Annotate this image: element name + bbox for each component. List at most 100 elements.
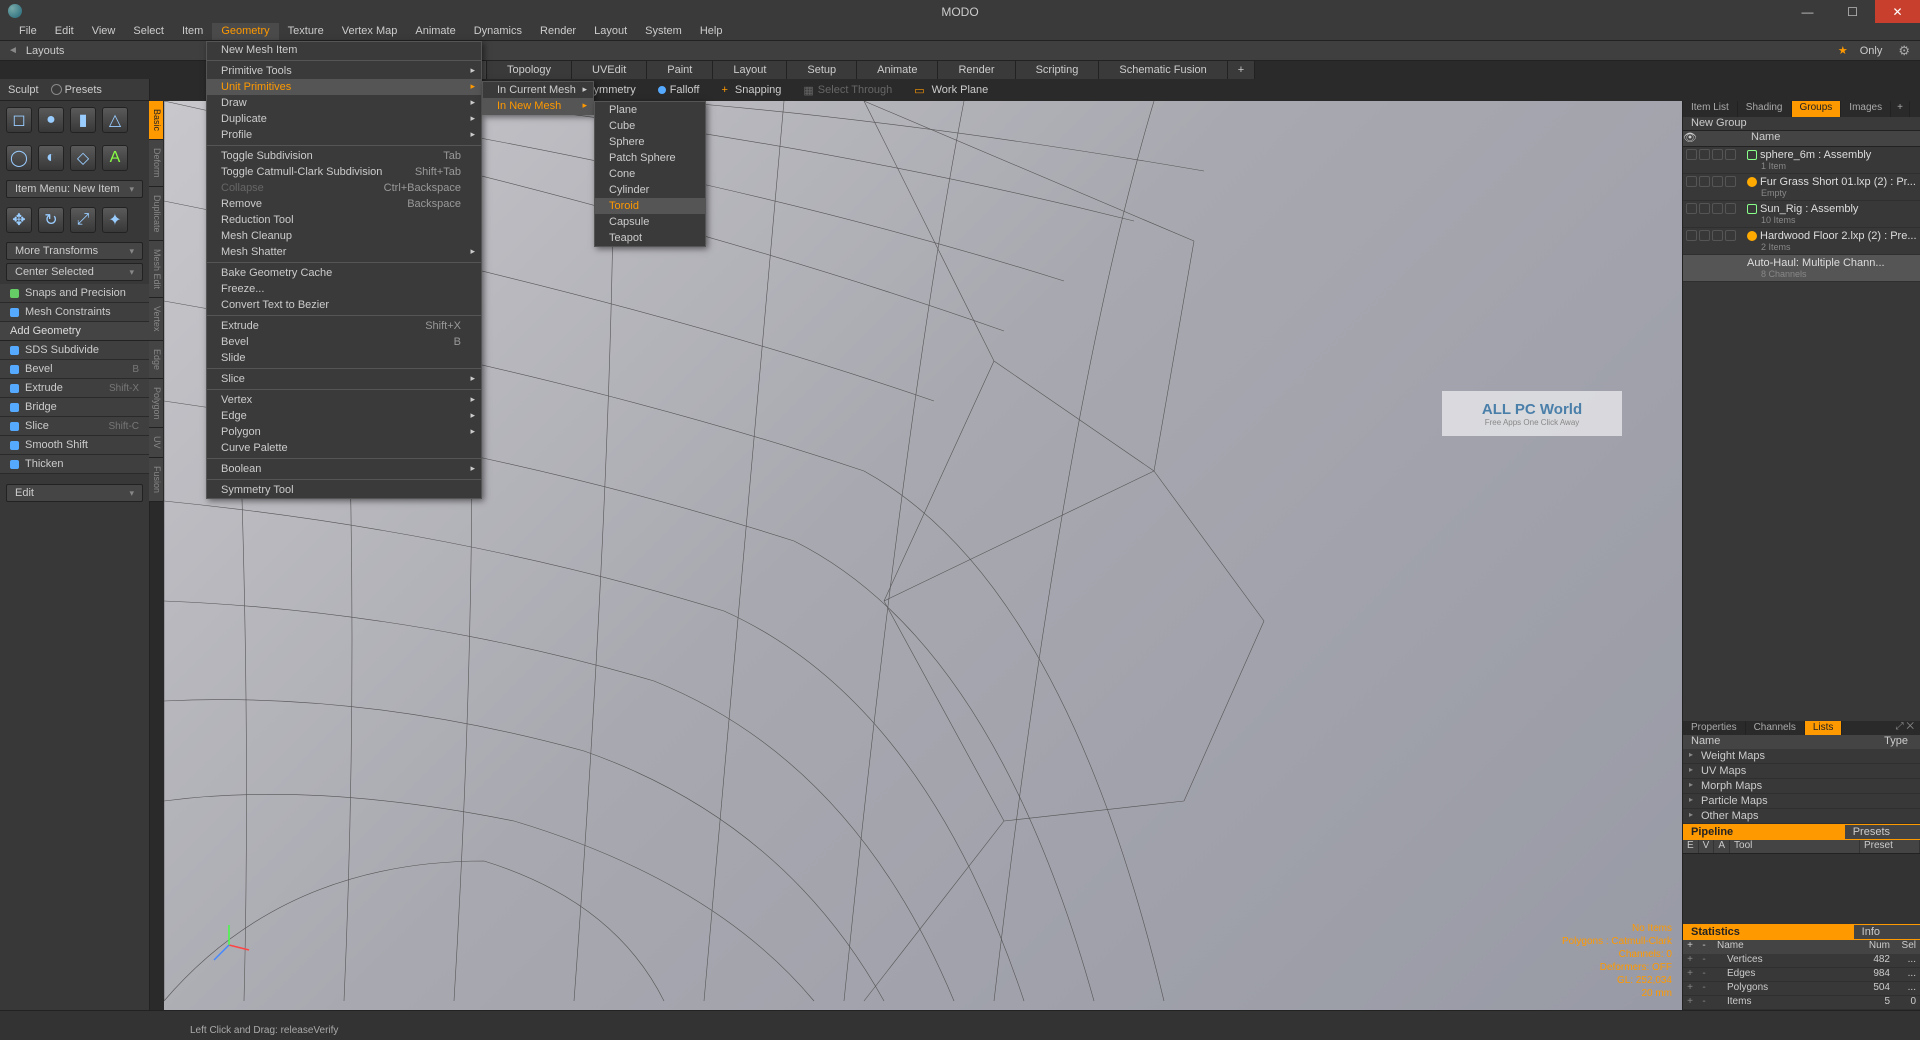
menu-item-mesh-shatter[interactable]: Mesh Shatter <box>207 244 481 260</box>
menu-item-polygon[interactable]: Polygon <box>207 424 481 440</box>
item-row[interactable]: Hardwood Floor 2.lxp (2) : Pre...2 Items <box>1683 228 1920 255</box>
layouts-label[interactable]: Layouts <box>26 45 65 57</box>
ptab-channels[interactable]: Channels <box>1746 721 1805 735</box>
menu-select[interactable]: Select <box>124 23 173 40</box>
rtab-groups[interactable]: Groups <box>1792 101 1842 117</box>
sphere-prim-icon[interactable]: ● <box>38 107 64 133</box>
add-tab-button[interactable]: + <box>1228 61 1255 79</box>
menu-animate[interactable]: Animate <box>406 23 464 40</box>
cylinder-prim-icon[interactable]: ▮ <box>70 107 96 133</box>
stats-row-items[interactable]: +-Items50 <box>1683 996 1920 1010</box>
gear-icon[interactable]: ⚙ <box>1898 43 1920 59</box>
menu-item-toggle-subdivision[interactable]: Toggle SubdivisionTab <box>207 148 481 164</box>
close-button[interactable]: ✕ <box>1875 0 1920 23</box>
primitive-teapot[interactable]: Teapot <box>595 230 705 246</box>
tab-layout[interactable]: Layout <box>713 61 787 79</box>
primitive-toroid[interactable]: Toroid <box>595 198 705 214</box>
menu-item-mesh-cleanup[interactable]: Mesh Cleanup <box>207 228 481 244</box>
tab-setup[interactable]: Setup <box>787 61 857 79</box>
primitive-plane[interactable]: Plane <box>595 102 705 118</box>
rtab-images[interactable]: Images <box>1841 101 1891 117</box>
menu-item-boolean[interactable]: Boolean <box>207 461 481 477</box>
menu-item-slice[interactable]: Slice <box>207 371 481 387</box>
vtab-mesh-edit[interactable]: Mesh Edit <box>149 241 163 298</box>
work-plane-toggle[interactable]: Work Plane <box>908 82 994 99</box>
menu-item-duplicate[interactable]: Duplicate <box>207 111 481 127</box>
pipeline-presets[interactable]: Presets <box>1845 825 1920 839</box>
menu-geometry[interactable]: Geometry <box>212 23 278 40</box>
submenu-in-new-mesh[interactable]: In New Mesh <box>483 98 593 114</box>
primitive-capsule[interactable]: Capsule <box>595 214 705 230</box>
star-icon[interactable]: ★ <box>1838 44 1852 57</box>
vtab-deform[interactable]: Deform <box>149 140 163 187</box>
bevel-button[interactable]: BevelB <box>0 360 149 379</box>
move-icon[interactable]: ✥ <box>6 207 32 233</box>
menu-item-remove[interactable]: RemoveBackspace <box>207 196 481 212</box>
cube-prim-icon[interactable]: ◻ <box>6 107 32 133</box>
tab-topology[interactable]: Topology <box>487 61 572 79</box>
primitive-cylinder[interactable]: Cylinder <box>595 182 705 198</box>
tab-paint[interactable]: Paint <box>647 61 713 79</box>
menu-item-extrude[interactable]: ExtrudeShift+X <box>207 318 481 334</box>
menu-vertex-map[interactable]: Vertex Map <box>333 23 407 40</box>
add-rtab-button[interactable]: + <box>1891 101 1910 117</box>
ptab-properties[interactable]: Properties <box>1683 721 1746 735</box>
menu-item-profile[interactable]: Profile <box>207 127 481 143</box>
vtab-uv[interactable]: UV <box>149 428 163 458</box>
vtab-polygon[interactable]: Polygon <box>149 379 163 429</box>
thicken-button[interactable]: Thicken <box>0 455 149 474</box>
menu-item-reduction-tool[interactable]: Reduction Tool <box>207 212 481 228</box>
menu-item-edge[interactable]: Edge <box>207 408 481 424</box>
menu-item-primitive-tools[interactable]: Primitive Tools <box>207 63 481 79</box>
more-transforms-dropdown[interactable]: More Transforms <box>6 242 143 260</box>
primitive-cone[interactable]: Cone <box>595 166 705 182</box>
center-selected-dropdown[interactable]: Center Selected <box>6 263 143 281</box>
menu-file[interactable]: File <box>10 23 46 40</box>
menu-item-bake-geometry-cache[interactable]: Bake Geometry Cache <box>207 265 481 281</box>
props-expand-icon[interactable]: ⤢ ✕ <box>1896 721 1920 735</box>
tab-animate[interactable]: Animate <box>857 61 938 79</box>
transform-icon[interactable]: ✦ <box>102 207 128 233</box>
list-particle-maps[interactable]: Particle Maps <box>1683 794 1920 809</box>
menu-view[interactable]: View <box>83 23 125 40</box>
stats-row-vertices[interactable]: +-Vertices482... <box>1683 954 1920 968</box>
menu-item-bevel[interactable]: BevelB <box>207 334 481 350</box>
scale-icon[interactable]: ⤢ <box>70 207 96 233</box>
smooth-shift-button[interactable]: Smooth Shift <box>0 436 149 455</box>
stats-row-polygons[interactable]: +-Polygons504... <box>1683 982 1920 996</box>
snaps-precision-button[interactable]: Snaps and Precision <box>0 284 149 303</box>
menu-item-vertex[interactable]: Vertex <box>207 392 481 408</box>
tab-render[interactable]: Render <box>938 61 1015 79</box>
maximize-button[interactable]: ☐ <box>1830 0 1875 23</box>
extrude-button[interactable]: ExtrudeShift-X <box>0 379 149 398</box>
slice-button[interactable]: SliceShift-C <box>0 417 149 436</box>
vtab-vertex[interactable]: Vertex <box>149 298 163 341</box>
primitive-sphere[interactable]: Sphere <box>595 134 705 150</box>
rtab-item-list[interactable]: Item List <box>1683 101 1738 117</box>
primitive-patch-sphere[interactable]: Patch Sphere <box>595 150 705 166</box>
bridge-button[interactable]: Bridge <box>0 398 149 417</box>
menu-edit[interactable]: Edit <box>46 23 83 40</box>
vtab-edge[interactable]: Edge <box>149 341 163 379</box>
axis-gizmo-icon[interactable] <box>204 920 254 970</box>
only-label[interactable]: Only <box>1860 45 1891 57</box>
cone-prim-icon[interactable]: △ <box>102 107 128 133</box>
sds-subdivide-button[interactable]: SDS Subdivide <box>0 341 149 360</box>
mesh-constraints-button[interactable]: Mesh Constraints <box>0 303 149 322</box>
list-morph-maps[interactable]: Morph Maps <box>1683 779 1920 794</box>
plane-prim-icon[interactable]: ◇ <box>70 145 96 171</box>
menu-help[interactable]: Help <box>691 23 732 40</box>
menu-layout[interactable]: Layout <box>585 23 636 40</box>
tab-uvedit[interactable]: UVEdit <box>572 61 647 79</box>
tab-scripting[interactable]: Scripting <box>1016 61 1100 79</box>
submenu-in-current-mesh[interactable]: In Current Mesh <box>483 82 593 98</box>
text-prim-icon[interactable]: A <box>102 145 128 171</box>
stats-info[interactable]: Info <box>1854 925 1920 939</box>
item-menu-dropdown[interactable]: Item Menu: New Item <box>6 180 143 198</box>
minimize-button[interactable]: — <box>1785 0 1830 23</box>
tab-schematic fusion[interactable]: Schematic Fusion <box>1099 61 1227 79</box>
falloff-toggle[interactable]: Falloff <box>652 82 706 98</box>
item-row[interactable]: sphere_6m : Assembly1 Item <box>1683 147 1920 174</box>
vtab-fusion[interactable]: Fusion <box>149 458 163 502</box>
menu-item-curve-palette[interactable]: Curve Palette <box>207 440 481 456</box>
